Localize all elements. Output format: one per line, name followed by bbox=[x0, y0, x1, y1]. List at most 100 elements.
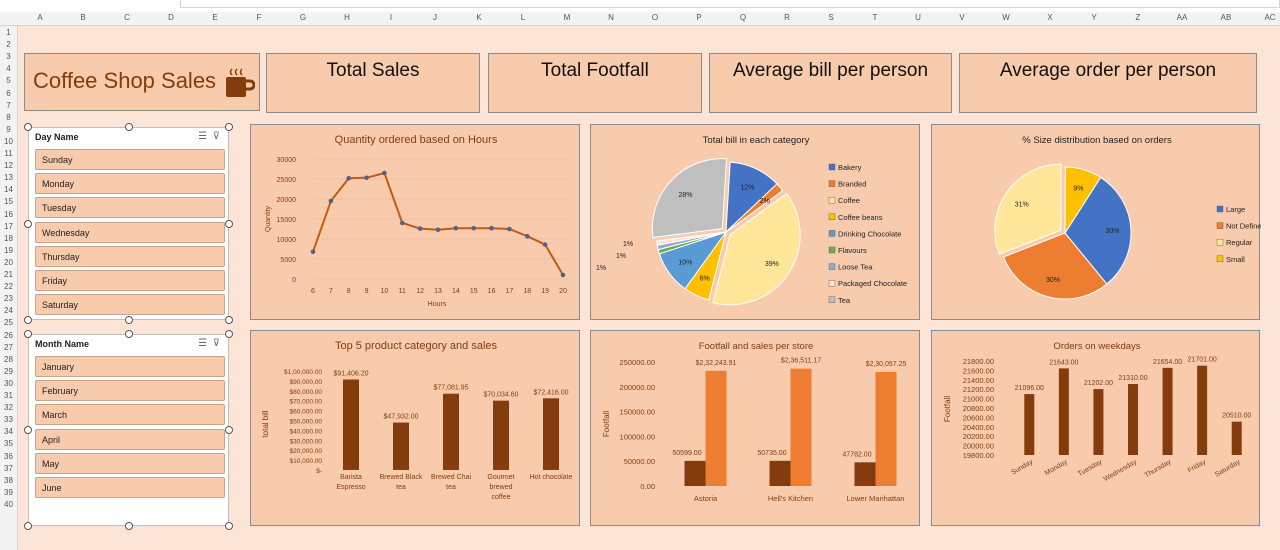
row-header[interactable]: 8 bbox=[0, 113, 17, 122]
slicer-controls[interactable]: ☰ ⊽ bbox=[198, 338, 220, 349]
row-header[interactable]: 23 bbox=[0, 294, 17, 303]
row-header[interactable]: 36 bbox=[0, 452, 17, 461]
slicer-item-saturday[interactable]: Saturday bbox=[35, 294, 225, 316]
column-header[interactable]: R bbox=[784, 13, 790, 22]
row-header[interactable]: 26 bbox=[0, 331, 17, 340]
store-bar-chart[interactable]: Footfall and sales per store 250000.00 200… bbox=[590, 330, 920, 526]
slicer-item-june[interactable]: June bbox=[35, 477, 225, 498]
row-header[interactable]: 31 bbox=[0, 391, 17, 400]
resize-handle[interactable] bbox=[124, 316, 133, 324]
slicer-item-friday[interactable]: Friday bbox=[35, 270, 225, 291]
row-header[interactable]: 25 bbox=[0, 318, 17, 327]
row-header[interactable]: 15 bbox=[0, 197, 17, 206]
slicer-item-january[interactable]: January bbox=[35, 356, 225, 377]
row-header[interactable]: 19 bbox=[0, 246, 17, 255]
row-header[interactable]: 38 bbox=[0, 476, 17, 485]
multi-select-icon[interactable]: ☰ bbox=[198, 131, 207, 142]
slicer-item-february[interactable]: February bbox=[35, 380, 225, 402]
column-header[interactable]: G bbox=[300, 13, 306, 22]
row-header[interactable]: 4 bbox=[0, 64, 17, 73]
row-header[interactable]: 16 bbox=[0, 210, 17, 219]
column-header[interactable]: D bbox=[168, 13, 174, 22]
column-header[interactable]: X bbox=[1047, 13, 1052, 22]
month-name-slicer[interactable]: Month Name ☰ ⊽ January February March April… bbox=[28, 334, 229, 526]
row-header[interactable]: 14 bbox=[0, 185, 17, 194]
column-header[interactable]: K bbox=[476, 13, 481, 22]
column-header[interactable]: F bbox=[257, 13, 262, 22]
row-header[interactable]: 35 bbox=[0, 439, 17, 448]
column-header[interactable]: AA bbox=[1177, 13, 1188, 22]
row-header[interactable]: 18 bbox=[0, 234, 17, 243]
category-pie-chart[interactable]: Total bill in each category 12% Bakery 2% Br… bbox=[590, 124, 920, 320]
column-header[interactable]: AB bbox=[1221, 13, 1232, 22]
slicer-item-march[interactable]: March bbox=[35, 404, 225, 426]
row-header[interactable]: 40 bbox=[0, 500, 17, 509]
column-header[interactable]: M bbox=[564, 13, 571, 22]
column-header[interactable]: V bbox=[959, 13, 964, 22]
column-header[interactable]: AC bbox=[1264, 13, 1275, 22]
resize-handle[interactable] bbox=[225, 316, 233, 324]
row-header[interactable]: 27 bbox=[0, 343, 17, 352]
resize-handle[interactable] bbox=[225, 219, 233, 228]
resize-handle[interactable] bbox=[24, 522, 32, 530]
resize-handle[interactable] bbox=[225, 426, 233, 434]
row-header[interactable]: 11 bbox=[0, 149, 17, 158]
slicer-item-sunday[interactable]: Sunday bbox=[35, 149, 225, 170]
row-header[interactable]: 30 bbox=[0, 379, 17, 388]
row-header[interactable]: 13 bbox=[0, 173, 17, 182]
column-header[interactable]: T bbox=[873, 13, 878, 22]
row-header[interactable]: 3 bbox=[0, 52, 17, 61]
weekday-bar-chart[interactable]: Orders on weekdays 21800.00 21600.00 21400.… bbox=[931, 330, 1260, 526]
row-header[interactable]: 1 bbox=[0, 28, 17, 37]
resize-handle[interactable] bbox=[124, 522, 133, 530]
column-header[interactable]: A bbox=[37, 13, 42, 22]
resize-handle[interactable] bbox=[24, 219, 32, 228]
resize-handle[interactable] bbox=[24, 426, 32, 434]
row-header[interactable]: 20 bbox=[0, 258, 17, 267]
resize-handle[interactable] bbox=[225, 123, 233, 131]
row-header[interactable]: 37 bbox=[0, 464, 17, 473]
row-header[interactable]: 24 bbox=[0, 306, 17, 315]
column-header[interactable]: B bbox=[80, 13, 85, 22]
slicer-item-april[interactable]: April bbox=[35, 428, 225, 450]
row-header[interactable]: 9 bbox=[0, 125, 17, 134]
column-header[interactable]: W bbox=[1002, 13, 1010, 22]
row-header[interactable]: 29 bbox=[0, 367, 17, 376]
top-product-bar-chart[interactable]: Top 5 product category and sales $1,00,00… bbox=[250, 330, 580, 526]
row-header[interactable]: 34 bbox=[0, 427, 17, 436]
resize-handle[interactable] bbox=[24, 123, 32, 131]
row-header[interactable]: 21 bbox=[0, 270, 17, 279]
size-pie-chart[interactable]: % Size distribution based on orders 30% La… bbox=[931, 124, 1261, 320]
resize-handle[interactable] bbox=[124, 123, 133, 131]
row-header[interactable]: 17 bbox=[0, 222, 17, 231]
column-header[interactable]: N bbox=[608, 13, 614, 22]
slicer-item-monday[interactable]: Monday bbox=[35, 173, 225, 195]
column-header[interactable]: Z bbox=[1136, 13, 1141, 22]
slicer-item-tuesday[interactable]: Tuesday bbox=[35, 197, 225, 219]
column-header[interactable]: Y bbox=[1091, 13, 1096, 22]
column-header[interactable]: S bbox=[828, 13, 833, 22]
resize-handle[interactable] bbox=[225, 522, 233, 530]
row-header[interactable]: 28 bbox=[0, 355, 17, 364]
resize-handle[interactable] bbox=[24, 316, 32, 324]
slicer-item-wednesday[interactable]: Wednesday bbox=[35, 221, 225, 243]
resize-handle[interactable] bbox=[225, 330, 233, 338]
row-header[interactable]: 10 bbox=[0, 137, 17, 146]
column-header[interactable]: J bbox=[433, 13, 437, 22]
column-header[interactable]: E bbox=[212, 13, 217, 22]
row-header[interactable]: 2 bbox=[0, 40, 17, 49]
row-header[interactable]: 6 bbox=[0, 89, 17, 98]
slicer-item-thursday[interactable]: Thursday bbox=[35, 245, 225, 267]
column-header[interactable]: Q bbox=[740, 13, 746, 22]
hours-line-chart[interactable]: Quantity ordered based on Hours 30000 2500… bbox=[250, 124, 580, 320]
row-header[interactable]: 12 bbox=[0, 161, 17, 170]
slicer-controls[interactable]: ☰ ⊽ bbox=[198, 131, 220, 142]
row-header[interactable]: 7 bbox=[0, 101, 17, 110]
resize-handle[interactable] bbox=[124, 330, 133, 338]
row-header[interactable]: 22 bbox=[0, 282, 17, 291]
column-header[interactable]: C bbox=[124, 13, 130, 22]
formula-bar[interactable] bbox=[180, 0, 1280, 8]
multi-select-icon[interactable]: ☰ bbox=[198, 338, 207, 349]
slicer-item-may[interactable]: May bbox=[35, 452, 225, 474]
clear-filter-icon[interactable]: ⊽ bbox=[213, 338, 220, 349]
